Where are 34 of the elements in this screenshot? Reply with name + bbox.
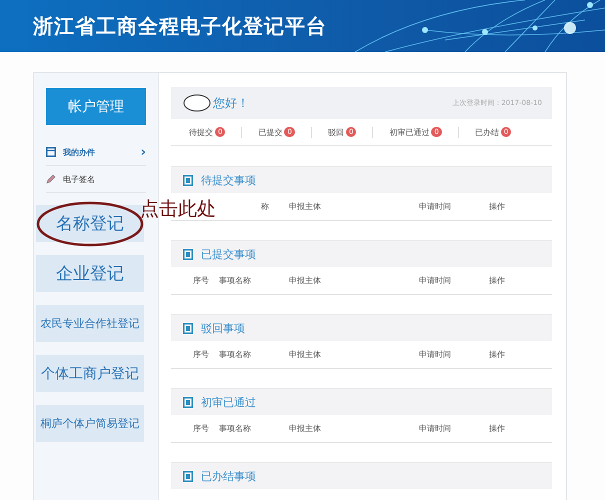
column-header: 申请时间 — [419, 349, 452, 360]
column-header: 操作 — [489, 423, 506, 434]
section-header: 驳回事项 — [171, 314, 552, 341]
registration-tile[interactable]: 个体工商户登记 — [36, 355, 144, 392]
sidebar-link[interactable]: 我的办件 › — [46, 139, 146, 166]
section-header: 已办结事项 — [171, 462, 552, 489]
column-header: 操作 — [489, 349, 506, 360]
column-header: 申请时间 — [419, 275, 452, 286]
sidebar-link[interactable]: 电子签名 — [46, 166, 146, 193]
registration-tile[interactable]: 农民专业合作社登记 — [36, 305, 144, 342]
column-header: 事项名称 — [219, 275, 252, 286]
column-header: 申报主体 — [289, 201, 322, 212]
column-header: 事项名称 — [219, 423, 252, 434]
account-button[interactable]: 帐户管理 — [46, 88, 146, 125]
column-header: 申报主体 — [289, 349, 322, 360]
column-header: 申请时间 — [419, 201, 452, 212]
section-header: 待提交事项 — [171, 166, 552, 193]
column-header: 事项名称 — [219, 349, 252, 360]
registration-tile[interactable]: 企业登记 — [36, 255, 144, 292]
greeting-text: 您好！ — [213, 94, 250, 112]
chevron-icon: › — [140, 144, 146, 160]
column-header: 申报主体 — [289, 423, 322, 434]
column-header: 序号 — [193, 275, 210, 286]
column-header: 序号 — [193, 423, 210, 434]
column-header: 申报主体 — [289, 275, 322, 286]
column-header: 称 — [261, 201, 269, 212]
registration-tile[interactable]: 桐庐个体户简易登记 — [36, 405, 144, 442]
site-title: 浙江省工商全程电子化登记平台 — [33, 12, 327, 40]
column-header: 序号 — [193, 349, 210, 360]
column-header: 操作 — [489, 275, 506, 286]
column-header: 操作 — [489, 201, 506, 212]
section-header: 已提交事项 — [171, 240, 552, 267]
column-header: 申请时间 — [419, 423, 452, 434]
section-header: 初审已通过 — [171, 388, 552, 415]
